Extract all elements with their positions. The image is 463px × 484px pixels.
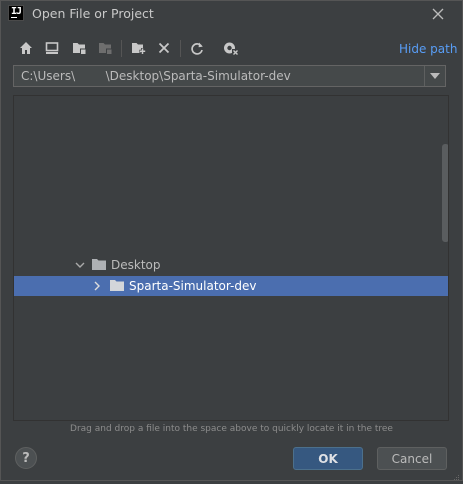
- tree-item-label: Desktop: [111, 258, 161, 272]
- hide-path-link[interactable]: Hide path: [399, 42, 457, 56]
- chevron-down-icon[interactable]: [424, 66, 445, 86]
- path-input[interactable]: [14, 66, 424, 86]
- vertical-scrollbar[interactable]: [442, 144, 448, 242]
- drag-drop-hint: Drag and drop a file into the space abov…: [70, 424, 393, 434]
- cancel-button[interactable]: Cancel: [377, 447, 447, 470]
- desktop-icon[interactable]: [43, 39, 61, 57]
- delete-icon[interactable]: [155, 39, 173, 57]
- intellij-app-icon: IJ: [8, 5, 24, 21]
- app-icon-text: IJ: [11, 6, 22, 17]
- ok-button[interactable]: OK: [293, 447, 363, 470]
- resize-grip-icon[interactable]: [452, 470, 460, 480]
- tree-item-sparta-simulator-dev[interactable]: Sparta-Simulator-dev: [14, 276, 448, 296]
- file-tree[interactable]: Desktop Sparta-Simulator-dev: [13, 95, 449, 421]
- project-folder-icon[interactable]: [70, 39, 88, 57]
- path-combobox[interactable]: [13, 65, 446, 87]
- chevron-down-icon[interactable]: [74, 259, 86, 271]
- tree-item-desktop[interactable]: Desktop: [14, 255, 448, 275]
- show-hidden-icon[interactable]: [222, 39, 240, 57]
- folder-icon: [110, 279, 124, 291]
- home-icon[interactable]: [17, 39, 35, 57]
- refresh-icon[interactable]: [188, 39, 206, 57]
- module-folder-icon[interactable]: [96, 39, 114, 57]
- open-file-dialog: IJ Open File or Project Hide path C:\Use…: [0, 0, 463, 481]
- close-icon[interactable]: [429, 5, 447, 23]
- new-folder-icon[interactable]: [129, 39, 147, 57]
- chevron-right-icon[interactable]: [91, 280, 103, 292]
- help-button[interactable]: ?: [15, 447, 37, 469]
- title-bar: IJ Open File or Project: [1, 1, 462, 27]
- tree-item-label: Sparta-Simulator-dev: [129, 279, 257, 293]
- dialog-title: Open File or Project: [32, 6, 154, 21]
- folder-icon: [92, 258, 106, 270]
